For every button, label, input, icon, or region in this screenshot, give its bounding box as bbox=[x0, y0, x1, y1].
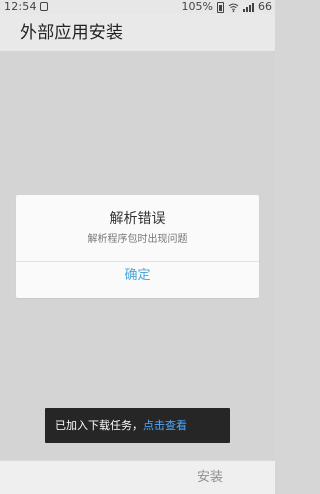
page-title: 外部应用安装 bbox=[20, 23, 124, 43]
install-button[interactable]: 安装 bbox=[197, 469, 223, 487]
confirm-button[interactable]: 确定 bbox=[16, 262, 259, 298]
status-right-group: 105% 66 bbox=[182, 0, 272, 14]
status-time: 12:54 bbox=[4, 0, 37, 13]
signal-text: 66 bbox=[258, 0, 272, 13]
signal-icon bbox=[243, 2, 254, 12]
battery-icon bbox=[217, 1, 224, 13]
wifi-icon bbox=[228, 2, 239, 13]
toast-message: 已加入下载任务， bbox=[55, 419, 143, 432]
bottom-bar: 安装 bbox=[0, 460, 275, 494]
notification-icon bbox=[40, 2, 48, 11]
back-button[interactable] bbox=[44, 468, 68, 488]
status-bar: 12:54 105% 66 bbox=[0, 0, 275, 14]
parse-error-dialog: 解析错误 解析程序包时出现问题 确定 bbox=[16, 195, 259, 298]
app-header: 外部应用安装 bbox=[0, 14, 275, 52]
view-download-link[interactable]: 点击查看 bbox=[143, 419, 187, 432]
dialog-message: 解析程序包时出现问题 bbox=[87, 234, 188, 245]
battery-percent: 105% bbox=[181, 0, 213, 13]
dialog-title: 解析错误 bbox=[109, 211, 166, 227]
download-toast: 已加入下载任务，点击查看 bbox=[45, 408, 230, 443]
